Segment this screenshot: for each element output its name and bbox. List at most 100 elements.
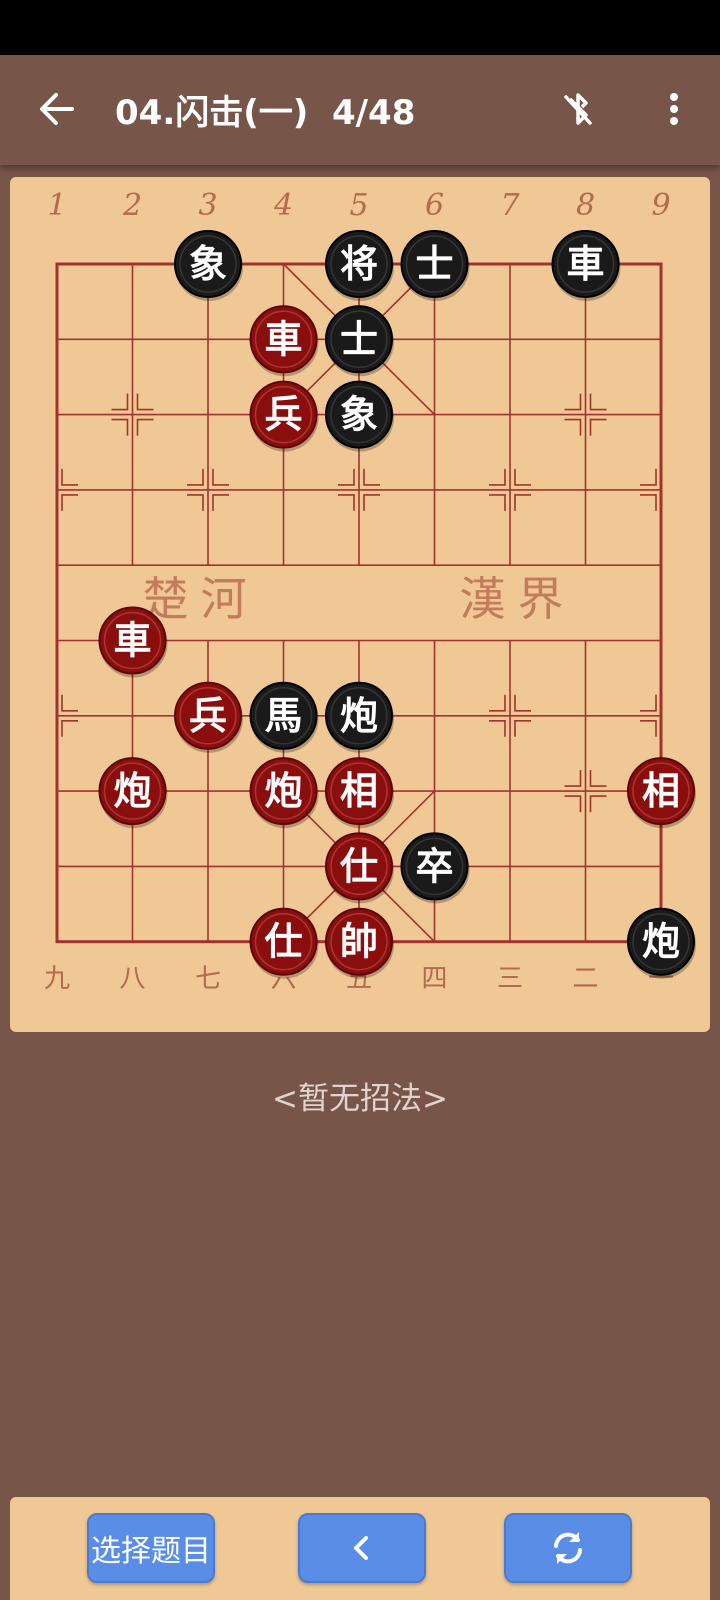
- piece-label: 兵: [264, 393, 302, 437]
- piece-red[interactable]: 炮: [249, 757, 319, 829]
- piece-label: 炮: [264, 769, 302, 813]
- position-marker: [363, 494, 380, 511]
- piece-red[interactable]: 炮: [98, 757, 168, 829]
- app-bar: 04.闪击(一) 4/48: [0, 55, 720, 165]
- position-marker: [564, 770, 582, 787]
- piece-label: 炮: [642, 920, 680, 964]
- piece-label: 車: [113, 619, 151, 663]
- previous-move-button[interactable]: [298, 1513, 426, 1583]
- sync-icon: [554, 1532, 582, 1564]
- piece-red[interactable]: 相: [627, 757, 696, 829]
- position-marker: [61, 694, 78, 712]
- piece-black[interactable]: 卒: [400, 832, 470, 904]
- position-marker: [489, 719, 506, 737]
- piece-black[interactable]: 士: [400, 230, 470, 301]
- piece-label: 相: [642, 769, 680, 813]
- file-number-top: 3: [198, 188, 217, 223]
- file-number-top: 4: [273, 188, 293, 223]
- position-marker: [640, 468, 657, 486]
- position-marker: [564, 795, 582, 813]
- piece-label: 仕: [264, 920, 302, 964]
- position-marker: [61, 719, 78, 737]
- move-status: <暂无招法>: [272, 1081, 448, 1117]
- board-canvas[interactable]: 1 2 3 4 5 6 7 8 9九八七六五四三二一楚河 漢界象将士車車 士兵 象車兵馬炮炮炮相相仕卒…: [10, 177, 710, 1032]
- position-marker: [212, 468, 229, 486]
- piece-red[interactable]: 兵: [174, 681, 243, 753]
- position-marker: [136, 393, 154, 411]
- piece-red[interactable]: 車: [98, 606, 168, 678]
- position-marker: [489, 468, 506, 486]
- piece-black[interactable]: 馬: [249, 681, 319, 753]
- position-marker: [61, 494, 78, 511]
- position-marker: [338, 494, 355, 511]
- file-number-bottom: 九: [44, 964, 70, 994]
- piece-label: 車: [566, 242, 604, 286]
- position-marker: [640, 694, 657, 712]
- piece-label: 炮: [340, 694, 378, 738]
- piece-label: 士: [340, 317, 378, 361]
- page-title: 04.闪击(一) 4/48: [115, 93, 416, 133]
- position-marker: [212, 494, 229, 511]
- arrow-back-icon[interactable]: [30, 83, 82, 135]
- piece-label: 卒: [415, 844, 453, 888]
- file-number-top: 7: [500, 188, 520, 223]
- position-marker: [564, 418, 582, 436]
- piece-red[interactable]: 車: [249, 305, 319, 377]
- piece-black[interactable]: 象: [325, 380, 394, 452]
- select-puzzle-button[interactable]: 选择题目: [87, 1513, 215, 1583]
- position-marker: [338, 468, 355, 486]
- piece-label: 将: [340, 242, 378, 286]
- file-number-top: 5: [349, 188, 368, 223]
- piece-black[interactable]: 炮: [627, 907, 696, 979]
- piece-label: 炮: [113, 769, 151, 813]
- piece-black[interactable]: 炮: [325, 681, 394, 753]
- position-marker: [564, 393, 582, 411]
- piece-black[interactable]: 象: [174, 230, 243, 301]
- position-marker: [489, 694, 506, 712]
- more-vert-icon[interactable]: [648, 83, 700, 135]
- piece-red[interactable]: 兵: [249, 380, 319, 452]
- file-number-bottom: 七: [195, 964, 221, 994]
- piece-black[interactable]: 士: [325, 305, 394, 377]
- position-marker: [363, 468, 380, 486]
- bluetooth-disabled-icon[interactable]: [552, 83, 604, 135]
- position-marker: [514, 719, 531, 737]
- file-number-top: 1: [47, 188, 66, 223]
- file-number-top: 6: [425, 188, 444, 223]
- piece-label: 相: [340, 769, 378, 813]
- position-marker: [640, 494, 657, 511]
- river-label-right: 漢界: [460, 572, 576, 626]
- piece-label: 馬: [264, 694, 302, 738]
- piece-red[interactable]: 相: [325, 757, 394, 829]
- position-marker: [111, 418, 129, 436]
- position-marker: [187, 468, 204, 486]
- file-number-top: 9: [651, 188, 670, 223]
- reset-button[interactable]: [504, 1513, 632, 1583]
- piece-black[interactable]: 将: [325, 230, 394, 301]
- file-number-bottom: 三: [497, 964, 523, 994]
- position-marker: [187, 494, 204, 511]
- position-marker: [514, 694, 531, 712]
- bottom-toolbar: 选择题目: [10, 1497, 710, 1600]
- position-marker: [514, 494, 531, 511]
- river-label-left: 楚河: [142, 572, 258, 626]
- piece-label: 兵: [189, 694, 227, 738]
- file-number-bottom: 四: [421, 964, 447, 994]
- file-number-top: 8: [576, 188, 595, 223]
- piece-label: 仕: [340, 844, 378, 888]
- position-marker: [589, 795, 607, 813]
- position-marker: [489, 494, 506, 511]
- chevron-left-icon: [354, 1536, 368, 1560]
- file-number-top: 2: [122, 188, 142, 223]
- piece-red[interactable]: 仕: [325, 832, 394, 904]
- piece-black[interactable]: 車: [551, 230, 621, 301]
- piece-label: 帥: [340, 920, 378, 964]
- position-marker: [640, 719, 657, 737]
- piece-red[interactable]: 帥: [325, 907, 394, 979]
- piece-label: 象: [340, 393, 378, 437]
- position-marker: [111, 393, 129, 411]
- piece-label: 象: [189, 242, 227, 286]
- piece-red[interactable]: 仕: [249, 907, 319, 979]
- position-marker: [589, 418, 607, 436]
- xiangqi-board[interactable]: 1 2 3 4 5 6 7 8 9 九八七六五四三二一楚河 漢界象将士車車士兵象車兵馬炮炮炮相相仕卒…: [10, 177, 710, 1032]
